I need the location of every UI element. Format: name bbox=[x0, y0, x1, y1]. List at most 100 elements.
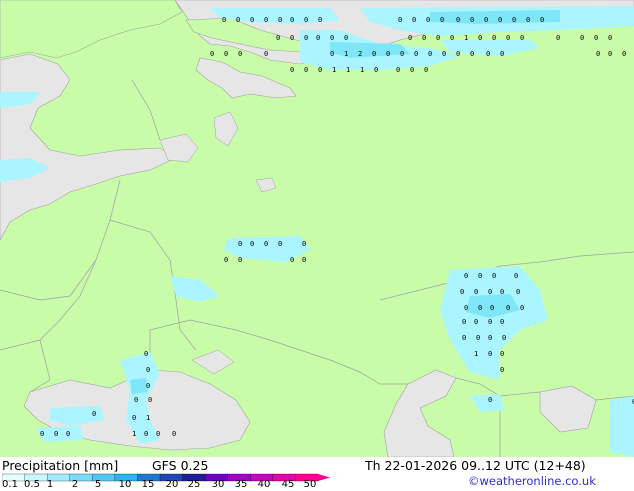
precip-value: 0 bbox=[238, 50, 242, 58]
precip-value: 0 bbox=[278, 240, 282, 248]
precip-value: 1 bbox=[346, 66, 350, 74]
precip-value: 0 bbox=[66, 430, 70, 438]
colorbar-tick-label: 25 bbox=[187, 479, 201, 490]
colorbar-tick-label: 30 bbox=[211, 479, 225, 490]
precip-value: 1 bbox=[344, 50, 348, 58]
precip-value: 0 bbox=[412, 16, 416, 24]
precip-value: 0 bbox=[304, 16, 308, 24]
precip-value: 0 bbox=[490, 304, 494, 312]
precip-value: 0 bbox=[224, 256, 228, 264]
colorbar-ticks: 0.1 0.5 1 2 5 10 15 20 25 30 35 40 45 50 bbox=[0, 479, 340, 491]
precip-value: 0 bbox=[146, 382, 150, 390]
precip-value: 0 bbox=[304, 34, 308, 42]
precip-value: 0 bbox=[330, 50, 334, 58]
precip-value: 0 bbox=[506, 304, 510, 312]
precip-value: 0 bbox=[290, 34, 294, 42]
precip-value: 0 bbox=[302, 256, 306, 264]
precip-value: 0 bbox=[132, 414, 136, 422]
precip-value: 0 bbox=[460, 288, 464, 296]
precip-value: 0 bbox=[440, 16, 444, 24]
precip-value: 0 bbox=[422, 34, 426, 42]
precip-value: 0 bbox=[456, 50, 460, 58]
precip-value: 0 bbox=[442, 50, 446, 58]
precip-value: 0 bbox=[250, 240, 254, 248]
precip-value: 0 bbox=[436, 34, 440, 42]
precip-value: 0 bbox=[608, 50, 612, 58]
colorbar-tick-label: 2 bbox=[71, 479, 79, 490]
precip-value: 0 bbox=[92, 410, 96, 418]
precip-value: 0 bbox=[488, 350, 492, 358]
precip-value: 0 bbox=[580, 34, 584, 42]
precip-value: 0 bbox=[290, 66, 294, 74]
precip-value: 0 bbox=[514, 272, 518, 280]
map-footer: Precipitation [mm] GFS 0.25 Th 22-01-202… bbox=[0, 457, 634, 490]
precip-value: 0 bbox=[492, 34, 496, 42]
product-label: Precipitation [mm] bbox=[2, 458, 119, 473]
precip-value: 0 bbox=[264, 240, 268, 248]
colorbar-tick-label: 15 bbox=[141, 479, 155, 490]
colorbar-tick-label: 50 bbox=[303, 479, 317, 490]
precip-value: 0 bbox=[316, 34, 320, 42]
colorbar-tick-label: 1 bbox=[46, 479, 54, 490]
precip-value: 0 bbox=[486, 50, 490, 58]
precip-value: 1 bbox=[132, 430, 136, 438]
precip-value: 0 bbox=[470, 16, 474, 24]
precip-value: 0 bbox=[386, 50, 390, 58]
precip-value: 0 bbox=[622, 50, 626, 58]
precip-value: 0 bbox=[464, 304, 468, 312]
precip-value: 0 bbox=[428, 50, 432, 58]
precip-value: 0 bbox=[492, 272, 496, 280]
credit-label: ©weatheronline.co.uk bbox=[468, 474, 596, 488]
precip-value: 0 bbox=[410, 66, 414, 74]
precip-value: 0 bbox=[500, 350, 504, 358]
precip-value: 0 bbox=[502, 334, 506, 342]
precip-value: 0 bbox=[516, 288, 520, 296]
precip-value: 1 bbox=[146, 414, 150, 422]
precip-value: 0 bbox=[224, 50, 228, 58]
precip-value: 0 bbox=[526, 16, 530, 24]
precip-value: 0 bbox=[520, 34, 524, 42]
precip-value: 0 bbox=[134, 396, 138, 404]
precip-value: 0 bbox=[278, 16, 282, 24]
colorbar-tick-label: 0.1 bbox=[2, 479, 18, 490]
precip-value: 0 bbox=[408, 34, 412, 42]
precip-value: 0 bbox=[488, 396, 492, 404]
precip-value: 1 bbox=[332, 66, 336, 74]
precip-value: 0 bbox=[302, 240, 306, 248]
precip-value: 0 bbox=[398, 16, 402, 24]
precip-value: 0 bbox=[424, 66, 428, 74]
precip-value: 0 bbox=[290, 16, 294, 24]
model-label: GFS 0.25 bbox=[152, 458, 209, 473]
precip-value: 2 bbox=[358, 50, 362, 58]
precip-value: 0 bbox=[290, 256, 294, 264]
precip-value: 0 bbox=[344, 34, 348, 42]
precip-value: 0 bbox=[426, 16, 430, 24]
precip-value: 0 bbox=[474, 318, 478, 326]
precip-value: 0 bbox=[474, 288, 478, 296]
colorbar-tick-label: 20 bbox=[165, 479, 179, 490]
precip-value: 0 bbox=[484, 16, 488, 24]
precip-value: 0 bbox=[318, 66, 322, 74]
valid-time-label: Th 22-01-2026 09..12 UTC (12+48) bbox=[365, 458, 586, 473]
colorbar-tick-label: 40 bbox=[257, 479, 271, 490]
precip-value: 0 bbox=[462, 334, 466, 342]
precip-value: 0 bbox=[512, 16, 516, 24]
precipitation-map: 0 0 0 0 0 0 0 0 0 0 0 0 0 0 0 0 0 0 0 0 0 0 0 0 0 0 0 0 0 1 0 0 0 0 0 0 0 0 0 0… bbox=[0, 0, 634, 457]
precip-value: 0 bbox=[462, 318, 466, 326]
precip-value: 0 bbox=[148, 396, 152, 404]
precip-value: 0 bbox=[276, 34, 280, 42]
precip-value: 0 bbox=[500, 50, 504, 58]
precip-value: 0 bbox=[144, 350, 148, 358]
precip-value: 0 bbox=[210, 50, 214, 58]
precip-value: 0 bbox=[222, 16, 226, 24]
precip-value: 0 bbox=[506, 34, 510, 42]
precip-value: 1 bbox=[360, 66, 364, 74]
precip-value: 0 bbox=[156, 430, 160, 438]
precip-value: 0 bbox=[596, 50, 600, 58]
precip-value: 0 bbox=[330, 34, 334, 42]
precip-value: 0 bbox=[372, 50, 376, 58]
precip-value: 0 bbox=[144, 430, 148, 438]
precip-value: 0 bbox=[488, 318, 492, 326]
precip-value: 0 bbox=[500, 318, 504, 326]
precip-value: 0 bbox=[520, 304, 524, 312]
